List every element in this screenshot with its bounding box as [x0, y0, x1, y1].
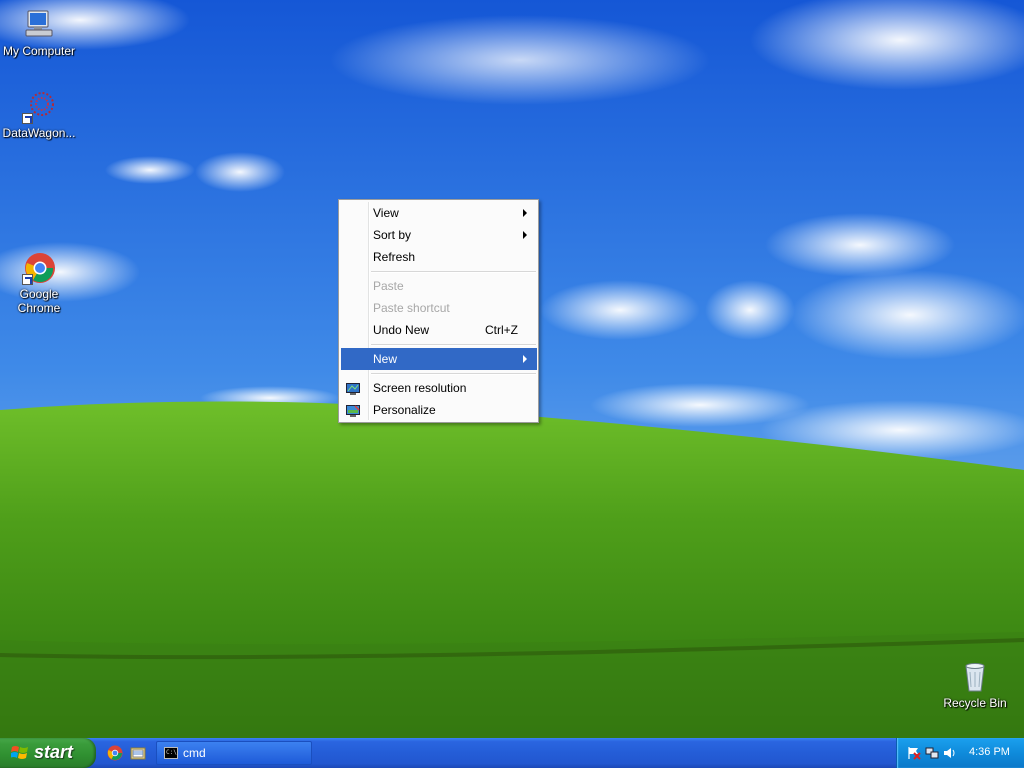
my-computer-icon — [22, 8, 56, 42]
menu-item-new[interactable]: New — [341, 348, 537, 370]
desktop-icon-recycle-bin[interactable]: Recycle Bin — [936, 660, 1014, 710]
shortcut-arrow-icon — [22, 274, 33, 285]
personalize-icon — [346, 403, 360, 417]
menu-item-paste-shortcut[interactable]: Paste shortcut — [341, 297, 537, 319]
menu-item-view[interactable]: View — [341, 202, 537, 224]
shortcut-label: Ctrl+Z — [485, 323, 518, 337]
desktop-icon-datawagon[interactable]: DataWagon... — [0, 90, 78, 140]
chrome-icon — [22, 251, 56, 285]
menu-separator — [371, 271, 536, 273]
submenu-arrow-icon — [523, 355, 527, 363]
start-button[interactable]: start — [0, 738, 96, 768]
quick-launch-chrome-icon[interactable] — [107, 745, 123, 761]
shortcut-arrow-icon — [22, 113, 33, 124]
clock[interactable]: 4:36 PM — [969, 746, 1010, 758]
menu-separator — [371, 373, 536, 375]
taskbar: start cmd — [0, 738, 1024, 768]
desktop-context-menu: View Sort by Refresh Paste Paste shortcu… — [338, 199, 539, 423]
desktop-icon-my-computer[interactable]: My Computer — [0, 8, 78, 58]
submenu-arrow-icon — [523, 209, 527, 217]
desktop-icon-google-chrome[interactable]: Google Chrome — [0, 251, 78, 315]
menu-item-personalize[interactable]: Personalize — [341, 399, 537, 421]
menu-item-refresh[interactable]: Refresh — [341, 246, 537, 268]
action-center-flag-icon[interactable] — [907, 746, 921, 760]
submenu-arrow-icon — [523, 231, 527, 239]
screen-resolution-icon — [346, 381, 360, 395]
network-icon[interactable] — [925, 746, 939, 760]
recycle-bin-icon — [958, 660, 992, 694]
windows-logo-icon — [10, 745, 29, 761]
menu-item-sort-by[interactable]: Sort by — [341, 224, 537, 246]
cmd-icon — [164, 747, 178, 759]
system-tray: 4:36 PM — [896, 738, 1024, 768]
taskbar-button-cmd[interactable]: cmd — [156, 741, 312, 765]
volume-icon[interactable] — [943, 746, 957, 760]
menu-item-undo-new[interactable]: Undo New Ctrl+Z — [341, 319, 537, 341]
menu-item-paste[interactable]: Paste — [341, 275, 537, 297]
datawagon-icon — [22, 90, 56, 124]
menu-separator — [371, 344, 536, 346]
menu-item-screen-resolution[interactable]: Screen resolution — [341, 377, 537, 399]
desktop[interactable]: My Computer DataWagon... Google Chrome R… — [0, 0, 1024, 738]
quick-launch-folder-icon[interactable] — [130, 745, 146, 761]
